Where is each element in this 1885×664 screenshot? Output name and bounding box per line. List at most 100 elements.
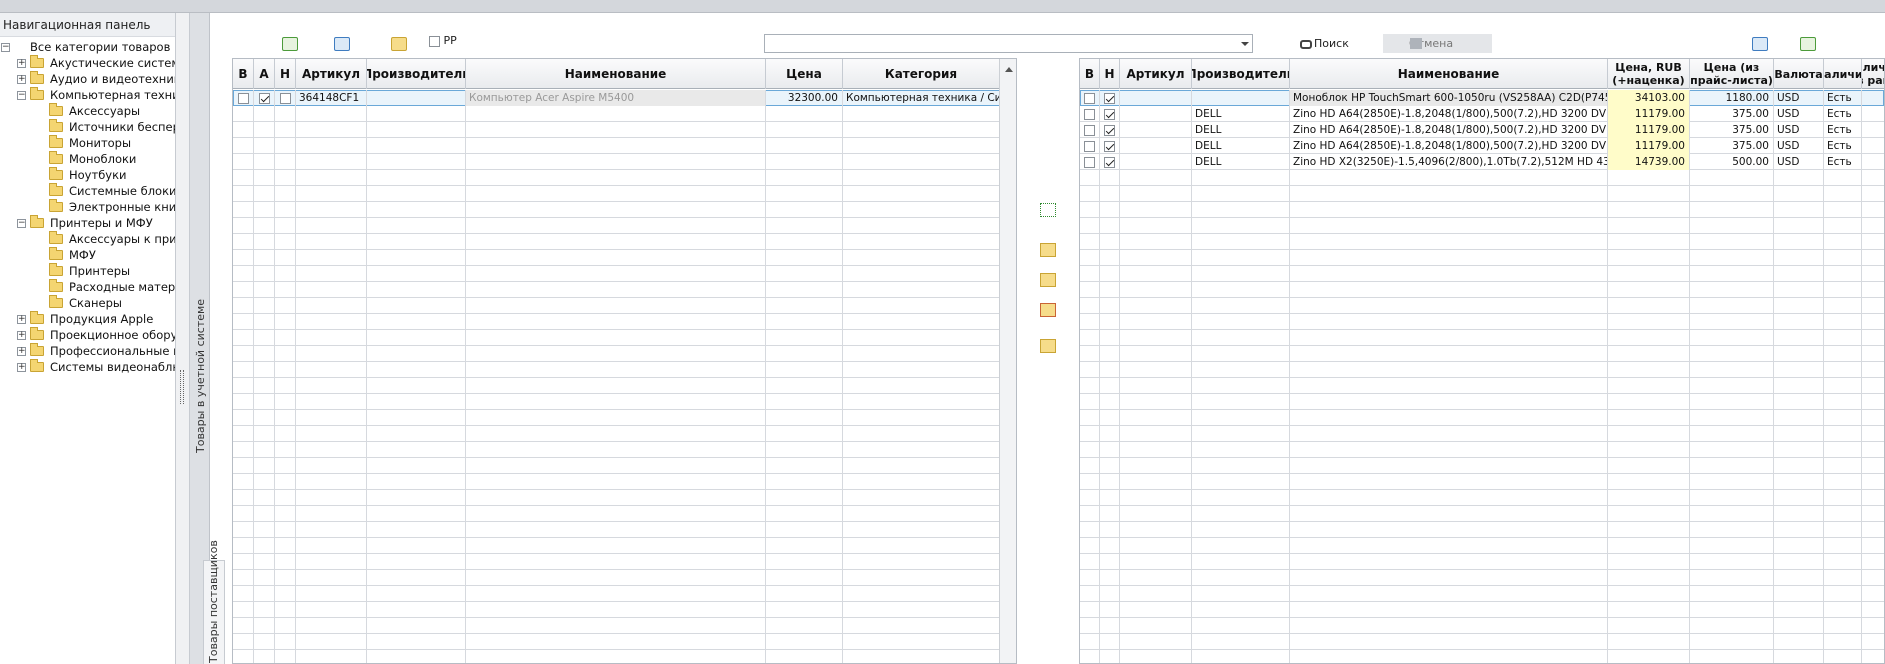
tree-node[interactable]: Моноблоки <box>0 151 175 167</box>
search-input[interactable] <box>764 34 1253 53</box>
table-row[interactable] <box>233 650 1016 663</box>
table-row[interactable] <box>233 458 1016 474</box>
table-row[interactable]: Моноблок HP TouchSmart 600-1050ru (VS258… <box>1080 90 1884 106</box>
supplier-header-col-n[interactable]: Н <box>1100 59 1120 89</box>
supplier-header-col-currency[interactable]: Валюта <box>1774 59 1824 89</box>
expand-icon[interactable]: + <box>17 75 26 84</box>
expand-icon[interactable]: + <box>17 331 26 340</box>
table-row[interactable] <box>233 218 1016 234</box>
table-row[interactable] <box>233 538 1016 554</box>
table-row[interactable] <box>233 410 1016 426</box>
table-row[interactable] <box>1080 394 1884 410</box>
supplier-header-col-name[interactable]: Наименование <box>1290 59 1608 89</box>
tree-node[interactable]: + Профессиональные панели <box>0 343 175 359</box>
pp-checkbox-group[interactable]: PP <box>429 34 457 48</box>
table-row[interactable] <box>1080 330 1884 346</box>
tree-node[interactable]: + Продукция Apple <box>0 311 175 327</box>
row-checkbox[interactable] <box>1084 140 1095 152</box>
supplier-header-col-stock-region[interactable]: Наличие в рай <box>1862 59 1884 89</box>
table-row[interactable]: DELL Zino HD A64(2850E)-1.8,2048(1/800),5… <box>1080 122 1884 138</box>
folder-add-icon[interactable] <box>1040 243 1056 257</box>
table-row[interactable] <box>1080 202 1884 218</box>
folder-search-icon[interactable] <box>1040 339 1056 353</box>
supplier-header-col-stock[interactable]: Наличие <box>1824 59 1862 89</box>
table-row[interactable] <box>1080 234 1884 250</box>
search-button[interactable]: Поиск <box>1300 36 1349 52</box>
table-row[interactable] <box>1080 378 1884 394</box>
tree-node[interactable]: + Аудио и видеотехника <box>0 71 175 87</box>
table-row[interactable] <box>233 522 1016 538</box>
splitter-grip[interactable] <box>180 370 184 404</box>
table-row[interactable] <box>1080 170 1884 186</box>
table-row[interactable] <box>1080 474 1884 490</box>
table-row[interactable] <box>1080 570 1884 586</box>
table-row[interactable] <box>1080 442 1884 458</box>
accounting-header-col-a[interactable]: А <box>254 59 275 89</box>
row-checkbox[interactable] <box>1084 92 1095 104</box>
table-row[interactable] <box>1080 346 1884 362</box>
row-checkbox[interactable] <box>1084 124 1095 136</box>
tree-node[interactable]: + Системы видеонаблюдения <box>0 359 175 375</box>
tree-node[interactable]: Аксессуары <box>0 103 175 119</box>
table-row[interactable] <box>233 474 1016 490</box>
dropdown-arrow-icon[interactable] <box>1241 42 1249 46</box>
table-row[interactable] <box>1080 458 1884 474</box>
row-checkbox[interactable] <box>237 92 249 104</box>
collapse-icon[interactable]: − <box>17 219 26 228</box>
collapse-icon[interactable]: − <box>17 91 26 100</box>
accounting-header-col-price[interactable]: Цена <box>766 59 843 89</box>
tab-supplier-goods-box[interactable]: Товары поставщиков <box>203 540 225 664</box>
row-checkbox[interactable] <box>258 92 270 104</box>
link-tree-icon[interactable] <box>1040 203 1056 217</box>
row-checkbox[interactable] <box>279 92 291 104</box>
supplier-header-col-price-list[interactable]: Цена (из прайс-листа) <box>1690 59 1774 89</box>
table-row[interactable] <box>233 250 1016 266</box>
row-checkbox[interactable] <box>1104 108 1115 120</box>
scroll-up-icon[interactable] <box>1005 67 1013 72</box>
tree-node[interactable]: Принтеры <box>0 263 175 279</box>
table-row[interactable] <box>1080 282 1884 298</box>
table-row[interactable] <box>233 426 1016 442</box>
expand-icon[interactable]: + <box>17 363 26 372</box>
table-row[interactable]: DELL Zino HD A64(2850E)-1.8,2048(1/800),5… <box>1080 138 1884 154</box>
tree-node[interactable]: Расходные материалы <box>0 279 175 295</box>
tree-node[interactable]: Источники бесперебойного питания <box>0 119 175 135</box>
sync-right-icon[interactable] <box>1752 37 1768 51</box>
open-folder-icon[interactable] <box>391 37 407 51</box>
table-row[interactable] <box>233 602 1016 618</box>
expand-icon[interactable]: + <box>17 315 26 324</box>
table-row[interactable] <box>233 282 1016 298</box>
table-row[interactable] <box>233 154 1016 170</box>
tree-node[interactable]: + Акустические системы <box>0 55 175 71</box>
table-row[interactable] <box>233 618 1016 634</box>
accounting-header-col-v[interactable]: В <box>233 59 254 89</box>
table-row[interactable] <box>1080 314 1884 330</box>
table-row[interactable] <box>233 234 1016 250</box>
tab-accounting-goods[interactable]: Товары в учетной системе <box>194 299 207 453</box>
row-checkbox[interactable] <box>1084 156 1095 168</box>
table-row[interactable] <box>233 186 1016 202</box>
table-row[interactable] <box>233 378 1016 394</box>
splitter[interactable] <box>176 13 190 664</box>
table-row[interactable] <box>233 442 1016 458</box>
row-checkbox[interactable] <box>1104 124 1115 136</box>
table-row[interactable] <box>233 506 1016 522</box>
row-checkbox[interactable] <box>1104 140 1115 152</box>
table-row[interactable] <box>1080 538 1884 554</box>
table-row[interactable] <box>233 314 1016 330</box>
table-row[interactable] <box>233 586 1016 602</box>
collapse-icon[interactable]: − <box>1 43 10 52</box>
tree-node[interactable]: − Компьютерная техника <box>0 87 175 103</box>
table-row[interactable] <box>1080 650 1884 663</box>
accounting-header-col-category[interactable]: Категория <box>843 59 1000 89</box>
table-row[interactable]: DELL Zino HD X2(3250E)-1.5,4096(2/800),1.… <box>1080 154 1884 170</box>
table-row[interactable] <box>1080 618 1884 634</box>
table-row[interactable] <box>1080 490 1884 506</box>
tree-node[interactable]: Аксессуары к принтерам <box>0 231 175 247</box>
cancel-button[interactable]: Отмена <box>1383 34 1492 53</box>
table-row[interactable] <box>233 170 1016 186</box>
accounting-header-col-n[interactable]: Н <box>275 59 296 89</box>
tree-node[interactable]: + Проекционное оборудование <box>0 327 175 343</box>
table-row[interactable] <box>1080 250 1884 266</box>
supplier-header-col-v[interactable]: В <box>1080 59 1100 89</box>
